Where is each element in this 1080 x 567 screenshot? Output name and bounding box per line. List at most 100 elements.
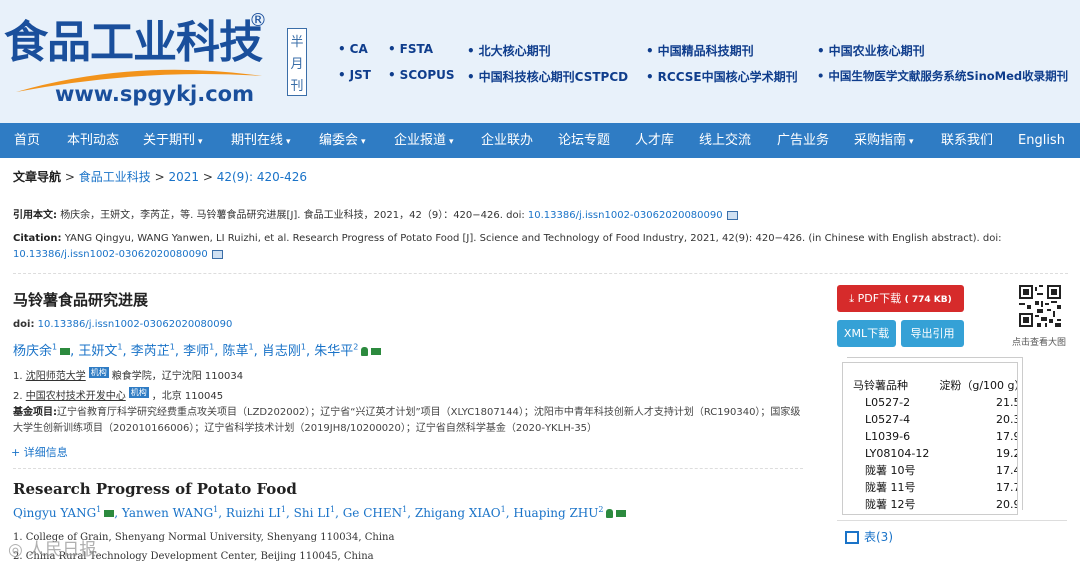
divider — [13, 273, 1068, 274]
logo-title[interactable]: 食品工业科技 — [4, 6, 263, 70]
table-cell-variety: L1039-6 — [865, 430, 911, 443]
citation-en: Citation: YANG Qingyu, WANG Yanwen, LI R… — [13, 231, 1073, 263]
email-icon[interactable] — [371, 348, 382, 355]
table-cell-variety: LY08104-12 — [865, 447, 930, 460]
aff-rest: 粮食学院，辽宁沈阳 110034 — [111, 371, 244, 382]
email-icon[interactable] — [616, 510, 627, 517]
citation-cn: 引用本文: 杨庆余，王妍文，李芮芷，等. 马铃薯食品研究进展[J]. 食品工业科… — [13, 208, 1073, 224]
index-label: CA — [349, 42, 368, 56]
person-icon[interactable] — [361, 347, 369, 356]
table-row: L0527-4 20.35 — [853, 412, 1017, 429]
image-icon — [845, 531, 859, 544]
index-label: 中国科技核心期刊CSTPCD — [478, 70, 629, 84]
nav-online-exchange[interactable]: 线上交流 — [699, 123, 751, 158]
xml-download-button[interactable]: XML下载 — [837, 320, 896, 347]
author-link[interactable]: Huaping ZHU2 — [513, 505, 603, 520]
index-rccse: • RCCSE中国核心学术期刊 — [646, 70, 798, 84]
tables-link-label: 表(3) — [864, 530, 893, 544]
main-nav: 首页 本刊动态 关于期刊 ▾ 期刊在线 ▾ 编委会 ▾ 企业报道 ▾ 企业联办 论坛专题… — [0, 123, 1080, 158]
pdf-icon: ⤓ — [849, 292, 855, 305]
logo-url[interactable]: www.spgykj.com — [55, 82, 254, 106]
table-cell-starch: 21.53 — [996, 396, 1017, 409]
email-icon[interactable] — [60, 348, 71, 355]
nav-online[interactable]: 期刊在线 ▾ — [231, 123, 291, 158]
qr-code-icon[interactable] — [1019, 285, 1061, 327]
table-cell-variety: 陇薯 12号 — [865, 498, 916, 511]
citation-cn-doi[interactable]: 10.13386/j.issn1002-0306202008009​0 — [528, 210, 723, 221]
author-link[interactable]: Shi LI1 — [294, 505, 335, 520]
breadcrumb-year[interactable]: 2021 — [168, 170, 199, 184]
author-link[interactable]: Ge CHEN1 — [343, 505, 408, 520]
copy-icon[interactable] — [211, 249, 223, 259]
aff-rest: ，北京 110045 — [151, 391, 224, 402]
aff-org-link[interactable]: 沈阳师范大学 — [26, 371, 86, 382]
breadcrumb: 文章导航 > 食品工业科技 > 2021 > 42(9): 420-426 — [13, 168, 307, 185]
nav-ads[interactable]: 广告业务 — [777, 123, 829, 158]
index-pku-core: • 北大核心期刊 — [467, 44, 551, 58]
author-link[interactable]: 肖志刚1 — [262, 343, 306, 359]
nav-purchase-guide[interactable]: 采购指南 ▾ — [854, 123, 914, 158]
more-details-link[interactable]: + 详细信息 — [11, 444, 68, 460]
divider — [837, 520, 1067, 521]
author-link[interactable]: Ruizhi LI1 — [226, 505, 286, 520]
copy-icon[interactable] — [726, 210, 738, 220]
table-preview-card[interactable]: 马铃薯品种 淀粉（g/100 g） L0527-2 21.53 L0527-4 20.… — [842, 362, 1018, 515]
nav-news[interactable]: 本刊动态 — [67, 123, 119, 158]
fund-text: 辽宁省教育厅科学研究经费重点攻关项目（LZD202002）；辽宁省“兴辽英才计划… — [13, 407, 801, 434]
author-link[interactable]: 王妍文1 — [78, 343, 122, 359]
author-link[interactable]: 李师1 — [183, 343, 214, 359]
aff-org-link[interactable]: 中国农村技术开发中心 — [26, 391, 126, 402]
nav-english[interactable]: English — [1018, 123, 1065, 158]
nav-forum[interactable]: 论坛专题 — [558, 123, 610, 158]
fund-label: 基金项目: — [13, 407, 57, 418]
table-cell-starch: 20.35 — [996, 413, 1017, 426]
frequency-char: 半 — [290, 34, 304, 50]
nav-talent[interactable]: 人才库 — [635, 123, 674, 158]
nav-editorial-board[interactable]: 编委会 ▾ — [319, 123, 366, 158]
affiliation-1: 1. 沈阳师范大学 机构 粮食学院，辽宁沈阳 110034 — [13, 367, 243, 382]
nav-contact[interactable]: 联系我们 — [941, 123, 993, 158]
author-list-cn: 杨庆余1, 王妍文1, 李芮芷1, 李师1, 陈革1, 肖志刚1, 朱华平2 — [13, 340, 382, 359]
index-ca: • CA — [338, 42, 368, 56]
chevron-down-icon: ▾ — [198, 137, 203, 147]
table-row: 陇薯 12号 20.93 — [853, 497, 1017, 514]
author-link[interactable]: 杨庆余1 — [13, 343, 57, 359]
author-link[interactable]: Qingyu YANG1 — [13, 505, 101, 520]
email-icon[interactable] — [104, 510, 115, 517]
author-link[interactable]: 陈革1 — [223, 343, 254, 359]
tables-link[interactable]: 表(3) — [845, 528, 893, 545]
watermark: ◎ 人民日报 — [8, 540, 97, 560]
table-cell-variety: 陇薯 11号 — [865, 481, 916, 494]
author-link[interactable]: 李芮芷1 — [131, 343, 175, 359]
author-link[interactable]: 朱华平2 — [314, 343, 358, 359]
table-row: 陇薯 10号 17.43 — [853, 463, 1017, 480]
pdf-download-button[interactable]: ⤓ PDF下载 ( 774 KB) — [837, 285, 964, 312]
index-label: 中国生物医学文献服务系统SinoMed收录期刊 — [828, 69, 1069, 83]
table-row: 陇薯 11号 17.75 — [853, 480, 1017, 497]
doi-link[interactable]: 10.13386/j.issn1002-0306202008009​0 — [38, 319, 233, 330]
frequency-char: 刊 — [290, 78, 304, 94]
org-badge[interactable]: 机构 — [128, 387, 149, 398]
breadcrumb-issue[interactable]: 42(9): 420-426 — [217, 170, 307, 184]
export-citation-button[interactable]: 导出引用 — [901, 320, 964, 347]
index-label: JST — [349, 68, 371, 82]
author-link[interactable]: Yanwen WANG1 — [122, 505, 218, 520]
index-sinomed: • 中国生物医学文献服务系统SinoMed收录期刊 — [817, 69, 1069, 83]
funding: 基金项目:辽宁省教育厅科学研究经费重点攻关项目（LZD202002）；辽宁省“兴… — [13, 405, 803, 437]
index-label: 中国农业核心期刊 — [828, 44, 925, 58]
nav-enterprise-report[interactable]: 企业报道 ▾ — [394, 123, 454, 158]
breadcrumb-sep: > — [154, 170, 165, 184]
citation-en-doi[interactable]: 10.13386/j.issn1002-0306202008009​0 — [13, 249, 208, 260]
chevron-down-icon: ▾ — [449, 137, 454, 147]
breadcrumb-journal[interactable]: 食品工业科技 — [79, 170, 151, 184]
frequency-char: 月 — [290, 56, 304, 72]
nav-about[interactable]: 关于期刊 ▾ — [143, 123, 203, 158]
nav-home[interactable]: 首页 — [14, 123, 40, 158]
chevron-down-icon: ▾ — [286, 137, 291, 147]
nav-enterprise-co[interactable]: 企业联办 — [481, 123, 533, 158]
pdf-size: ( 774 KB) — [904, 295, 952, 305]
person-icon[interactable] — [606, 509, 614, 518]
org-badge[interactable]: 机构 — [88, 367, 109, 378]
author-link[interactable]: Zhigang XIAO1 — [415, 505, 506, 520]
citation-en-label: Citation: — [13, 233, 62, 244]
